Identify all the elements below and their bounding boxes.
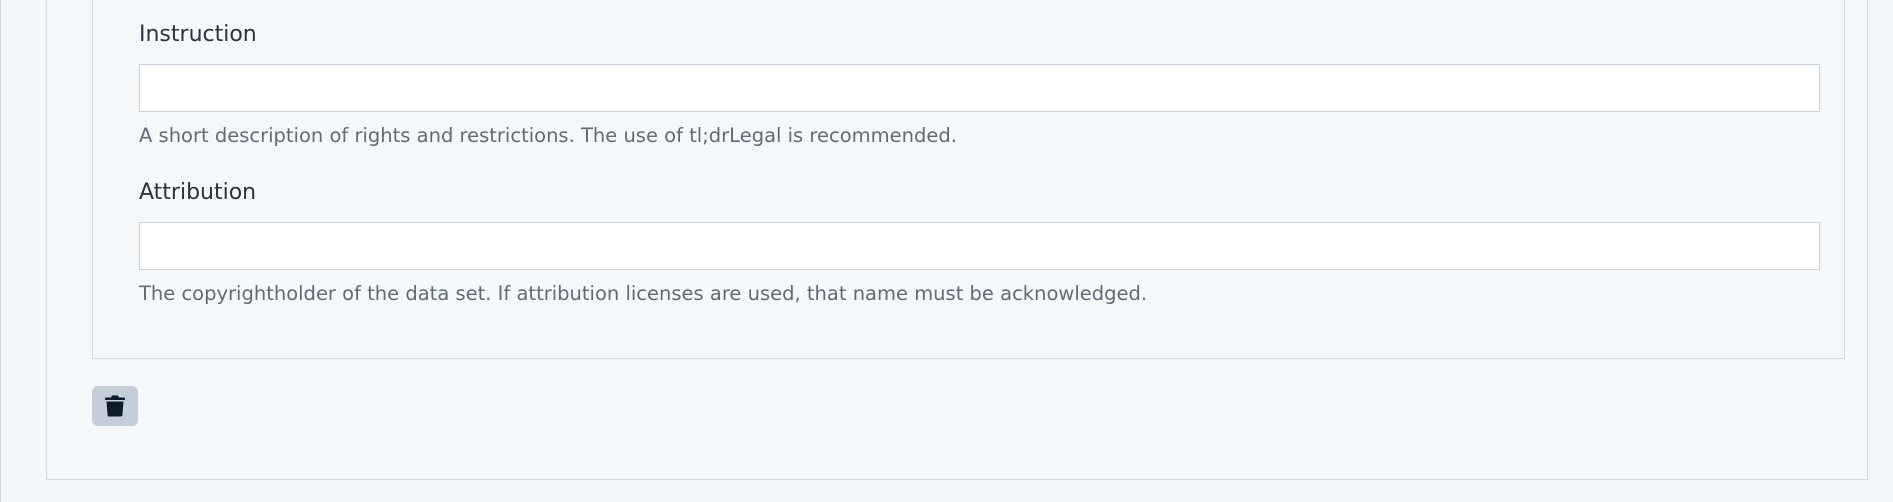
delete-button[interactable] bbox=[92, 386, 138, 426]
attribution-input[interactable] bbox=[139, 222, 1820, 270]
attribution-help-text: The copyrightholder of the data set. If … bbox=[139, 282, 1148, 305]
instruction-input[interactable] bbox=[139, 64, 1820, 112]
instruction-help-text: A short description of rights and restri… bbox=[139, 124, 957, 147]
instruction-label: Instruction bbox=[139, 22, 257, 47]
page-left-border bbox=[0, 0, 1, 502]
license-fieldset: Instruction A short description of right… bbox=[92, 0, 1845, 359]
license-card: Instruction A short description of right… bbox=[46, 0, 1868, 480]
trash-icon bbox=[105, 395, 125, 417]
attribution-label: Attribution bbox=[139, 180, 257, 205]
